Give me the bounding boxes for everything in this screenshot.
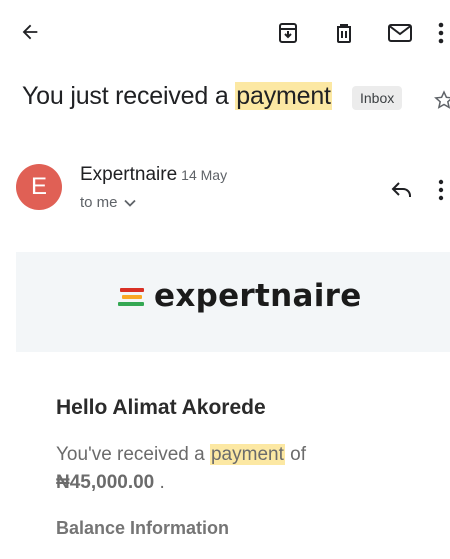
star-icon <box>434 90 450 109</box>
reply-button[interactable] <box>386 174 418 206</box>
star-button[interactable] <box>434 90 450 115</box>
more-button[interactable] <box>432 17 450 49</box>
mark-unread-button[interactable] <box>384 17 416 49</box>
amount-suffix: . <box>154 472 165 493</box>
trash-icon <box>337 24 351 43</box>
subject-highlight: payment <box>235 82 332 110</box>
subject-prefix: You just received a <box>22 82 236 110</box>
brand-logo-icon <box>118 283 150 309</box>
toolbar <box>0 0 450 64</box>
sender-row: E Expertnaire 14 May to me <box>0 160 450 220</box>
message-suffix: of <box>284 444 306 465</box>
email-banner: expertnaire <box>16 252 450 352</box>
brand-logo: expertnaire <box>118 278 362 314</box>
archive-icon <box>279 23 297 43</box>
delete-button[interactable] <box>328 17 360 49</box>
message-prefix: You've received a <box>56 444 210 465</box>
more-vert-icon <box>438 22 444 44</box>
archive-button[interactable] <box>272 17 304 49</box>
email-greeting: Hello Alimat Akorede <box>56 396 266 419</box>
sender-line: Expertnaire 14 May <box>80 164 227 186</box>
payment-message: You've received a payment of ₦45,000.00 … <box>56 441 416 497</box>
brand-name: expertnaire <box>154 278 362 314</box>
subject-row: You just received a payment Inbox <box>0 76 450 120</box>
email-date: 14 May <box>181 167 228 183</box>
back-button[interactable] <box>14 16 46 48</box>
arrow-left-icon <box>22 24 38 40</box>
message-highlight: payment <box>209 444 285 465</box>
chevron-down-icon <box>123 199 136 207</box>
mail-icon <box>388 24 412 42</box>
inbox-label[interactable]: Inbox <box>352 86 403 110</box>
message-more-button[interactable] <box>432 174 450 206</box>
more-vert-icon <box>438 179 444 201</box>
email-subject: You just received a payment <box>22 82 332 111</box>
avatar[interactable]: E <box>16 164 62 210</box>
sender-name: Expertnaire <box>80 164 178 185</box>
balance-heading: Balance Information <box>56 518 230 538</box>
payment-amount: ₦45,000.00 <box>56 472 155 493</box>
recipient-label: to me <box>80 194 118 211</box>
reply-icon <box>391 182 411 197</box>
recipient-toggle[interactable]: to me <box>80 194 136 211</box>
